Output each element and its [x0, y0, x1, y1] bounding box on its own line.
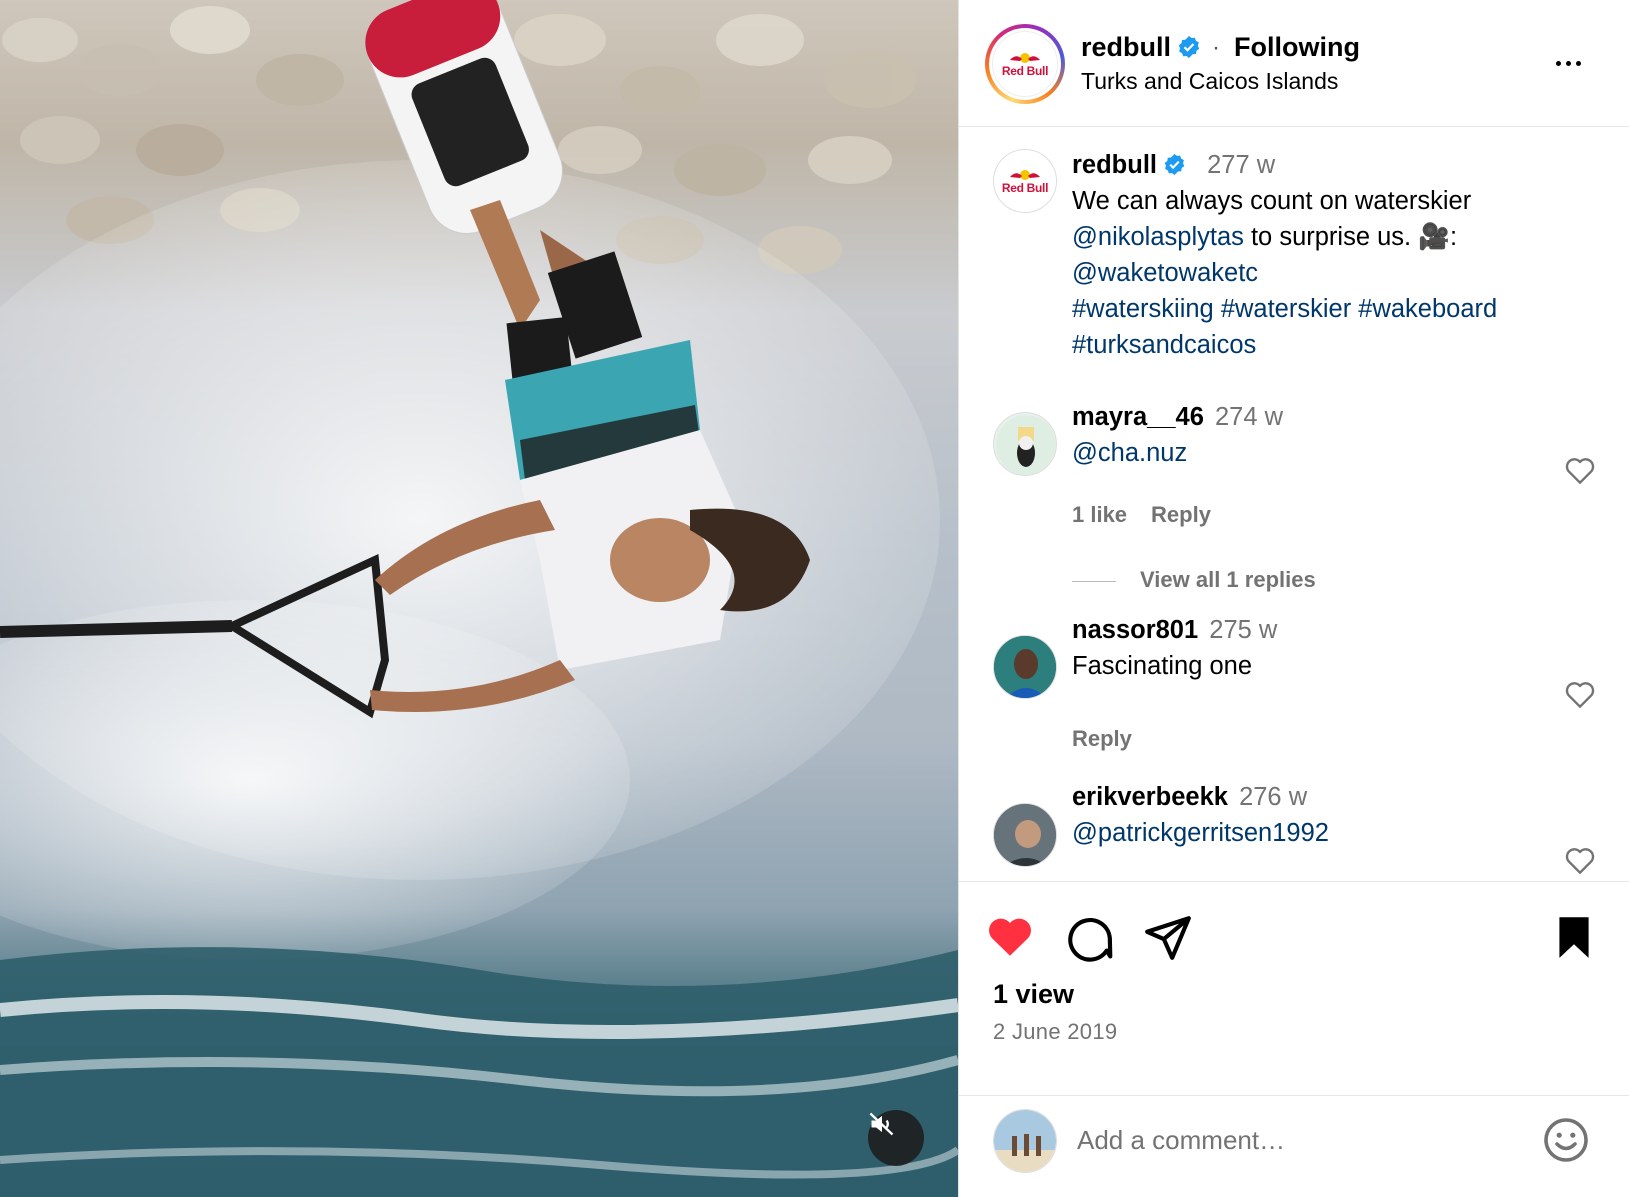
add-comment-bar	[959, 1095, 1629, 1197]
caption-text: to surprise us. 🎥:	[1243, 223, 1458, 251]
heart-filled-icon[interactable]	[985, 912, 1035, 962]
bookmark-filled-icon[interactable]	[1549, 912, 1599, 962]
post-actions: 1 view 2 June 2019	[959, 882, 1629, 1102]
replies-divider	[1072, 580, 1116, 582]
story-ring[interactable]: Red Bull	[985, 24, 1065, 104]
caption: redbull 277 w We can always count on wat…	[1072, 147, 1592, 363]
header-separator-dot: ·	[1212, 34, 1220, 61]
redbull-bulls-logo	[1010, 170, 1040, 180]
heart-outline-icon[interactable]	[1564, 679, 1596, 709]
more-dot-icon	[1566, 60, 1571, 66]
post-header: Red Bull redbull · Following Turks and C…	[959, 0, 1629, 127]
comment: nassor801 275 w Fascinating one	[1072, 612, 1592, 684]
speaker-muted-icon	[869, 1112, 894, 1136]
verified-badge-icon	[1178, 36, 1200, 58]
heart-outline-icon[interactable]	[1564, 455, 1596, 485]
view-replies-button[interactable]: View all 1 replies	[1072, 567, 1316, 593]
comment-text[interactable]: @patrickgerritsen1992	[1072, 815, 1592, 851]
current-user-avatar	[993, 1109, 1057, 1173]
comment-avatar[interactable]	[993, 803, 1057, 867]
hashtags-link[interactable]: #waterskiing #waterskier #wakeboard	[1072, 291, 1592, 327]
post-date: 2 June 2019	[993, 1019, 1118, 1044]
avatar-brand-text: Red Bull	[1001, 181, 1049, 195]
mention-link[interactable]: @nikolasplytas	[1072, 223, 1244, 251]
comment-username[interactable]: mayra__46	[1072, 403, 1204, 431]
caption-time[interactable]: 277 w	[1207, 151, 1275, 179]
post-panel: Red Bull redbull · Following Turks and C…	[958, 0, 1629, 1197]
comment-text[interactable]: @cha.nuz	[1072, 435, 1592, 471]
more-dot-icon	[1576, 60, 1581, 66]
post-media[interactable]	[0, 0, 958, 1197]
avatar-photo	[994, 636, 1056, 698]
following-button[interactable]: Following	[1234, 32, 1360, 63]
comment-text: Fascinating one	[1072, 652, 1253, 680]
location-link[interactable]: Turks and Caicos Islands	[1081, 68, 1338, 95]
more-options-button[interactable]	[1556, 50, 1592, 76]
redbull-bulls-logo	[1010, 53, 1040, 63]
comment-username[interactable]: erikverbeekk	[1072, 783, 1228, 811]
more-dot-icon	[1556, 60, 1561, 66]
avatar-brand-text: Red Bull	[1001, 64, 1049, 78]
caption-text: We can always count on waterskier	[1072, 187, 1472, 215]
avatar-photo	[994, 804, 1056, 866]
comment-meta: Reply	[1072, 726, 1156, 752]
view-count[interactable]: 1 view	[993, 979, 1074, 1010]
header-username[interactable]: redbull	[1081, 32, 1201, 63]
likes-count[interactable]: 1 like	[1072, 502, 1127, 527]
comment-time[interactable]: 274 w	[1215, 403, 1283, 431]
comment-meta: 1 like Reply	[1072, 502, 1235, 528]
view-replies-label[interactable]: View all 1 replies	[1140, 567, 1316, 592]
caption-username[interactable]: redbull	[1072, 151, 1157, 179]
heart-outline-icon[interactable]	[1564, 845, 1596, 875]
mute-button[interactable]	[868, 1110, 924, 1166]
mention-link[interactable]: @waketowaketc	[1072, 255, 1592, 291]
verified-badge-icon	[1164, 153, 1185, 176]
post-photo	[0, 0, 958, 1197]
avatar-photo	[994, 1110, 1056, 1172]
reply-button[interactable]: Reply	[1151, 502, 1211, 527]
share-paper-plane-icon[interactable]	[1143, 912, 1193, 962]
emoji-picker-icon[interactable]	[1542, 1116, 1590, 1164]
comment: mayra__46 274 w @cha.nuz	[1072, 399, 1592, 471]
comment-username[interactable]: nassor801	[1072, 616, 1198, 644]
reply-button[interactable]: Reply	[1072, 726, 1132, 751]
redbull-avatar[interactable]: Red Bull	[992, 31, 1058, 97]
avatar-illustration	[996, 415, 1056, 475]
caption-avatar[interactable]: Red Bull	[993, 149, 1057, 213]
comment-avatar[interactable]	[993, 412, 1057, 476]
header-username-text[interactable]: redbull	[1081, 32, 1171, 62]
comments-section[interactable]: Red Bull redbull 277 w We can always cou…	[959, 127, 1629, 882]
comment-time[interactable]: 276 w	[1239, 783, 1307, 811]
comment-avatar[interactable]	[993, 635, 1057, 699]
comment: erikverbeekk 276 w @patrickgerritsen1992	[1072, 779, 1592, 851]
hashtags-link[interactable]: #turksandcaicos	[1072, 327, 1592, 363]
add-comment-input[interactable]	[1077, 1118, 1477, 1162]
comment-time[interactable]: 275 w	[1209, 616, 1277, 644]
comment-bubble-icon[interactable]	[1064, 912, 1114, 962]
